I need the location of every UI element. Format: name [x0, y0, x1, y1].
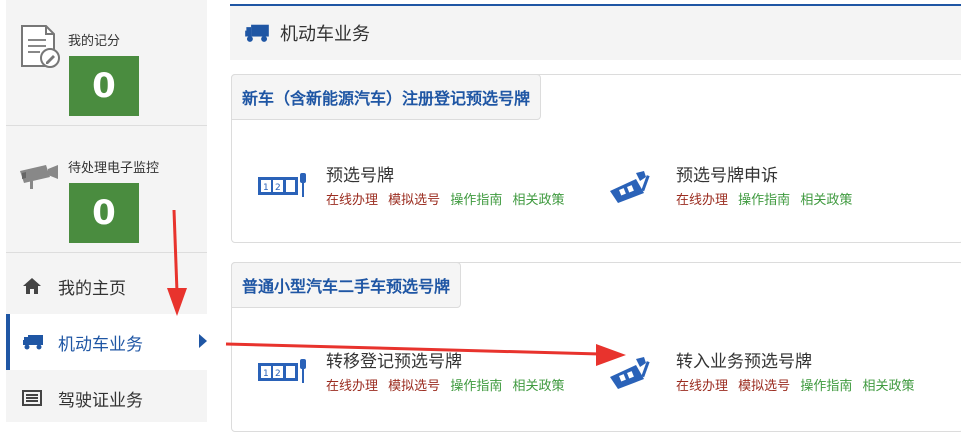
- svg-text:2: 2: [275, 183, 281, 193]
- guide-link[interactable]: 操作指南: [800, 379, 852, 394]
- service-links: 在线办理 操作指南 相关政策: [676, 189, 858, 208]
- simulate-link[interactable]: 模拟选号: [388, 379, 440, 394]
- svg-text:2: 2: [275, 369, 281, 379]
- guide-link[interactable]: 操作指南: [450, 193, 502, 208]
- panel-new-car: 新车（含新能源汽车）注册登记预选号牌 1 2 预选号牌 在线办理 模拟选号 操作…: [231, 74, 961, 243]
- score-value[interactable]: 0: [69, 56, 139, 116]
- document-edit-icon: [21, 25, 60, 68]
- service-title: 预选号牌: [326, 166, 394, 186]
- active-indicator-icon: [199, 334, 207, 348]
- camera-icon: [20, 165, 58, 189]
- score-label: 我的记分: [68, 34, 121, 49]
- plate-appeal-icon: [610, 171, 650, 203]
- panel-used-car: 普通小型汽车二手车预选号牌 1 2 转移登记预选号牌 在线办理 模拟选号 操作指…: [231, 262, 961, 432]
- truck-icon: [244, 22, 270, 44]
- service-transfer-plate: 1 2 转移登记预选号牌 在线办理 模拟选号 操作指南 相关政策: [256, 347, 596, 407]
- page-title: 机动车业务: [280, 24, 370, 45]
- service-transfer-in-plate: 转入业务预选号牌 在线办理 模拟选号 操作指南 相关政策: [606, 347, 946, 407]
- online-link[interactable]: 在线办理: [676, 379, 728, 394]
- monitor-label: 待处理电子监控: [68, 161, 160, 176]
- score-widget[interactable]: 我的记分 0: [6, 0, 207, 126]
- service-plate-appeal: 预选号牌申诉 在线办理 操作指南 相关政策: [606, 161, 946, 221]
- monitor-value[interactable]: 0: [69, 183, 139, 243]
- policy-link[interactable]: 相关政策: [512, 379, 564, 394]
- simulate-link[interactable]: 模拟选号: [388, 193, 440, 208]
- sidebar: 我的记分 0 待处理电子监控 0 我的主页 机动车业务 驾驶证业务: [6, 0, 207, 422]
- service-preselect-plate: 1 2 预选号牌 在线办理 模拟选号 操作指南 相关政策: [256, 161, 596, 221]
- nav-item-home[interactable]: 我的主页: [6, 258, 207, 314]
- nav-label-vehicle: 机动车业务: [58, 334, 143, 355]
- plate-icon: 1 2: [258, 173, 306, 197]
- guide-link[interactable]: 操作指南: [738, 193, 790, 208]
- page-header: 机动车业务: [230, 4, 961, 60]
- nav-item-vehicle[interactable]: 机动车业务: [6, 314, 207, 370]
- service-links: 在线办理 模拟选号 操作指南 相关政策: [326, 189, 570, 208]
- guide-link[interactable]: 操作指南: [450, 379, 502, 394]
- policy-link[interactable]: 相关政策: [512, 193, 564, 208]
- panel-title: 普通小型汽车二手车预选号牌: [231, 262, 462, 308]
- service-title: 转移登记预选号牌: [326, 352, 462, 372]
- plate-icon: 1 2: [258, 359, 306, 383]
- home-icon: [22, 276, 44, 296]
- online-link[interactable]: 在线办理: [326, 193, 378, 208]
- service-title: 转入业务预选号牌: [676, 352, 812, 372]
- policy-link[interactable]: 相关政策: [862, 379, 914, 394]
- service-links: 在线办理 模拟选号 操作指南 相关政策: [326, 375, 570, 394]
- service-links: 在线办理 模拟选号 操作指南 相关政策: [676, 375, 920, 394]
- plate-appeal-icon: [610, 357, 650, 389]
- svg-text:1: 1: [263, 369, 269, 379]
- service-title: 预选号牌申诉: [676, 166, 778, 186]
- nav-label-license: 驾驶证业务: [58, 390, 143, 411]
- license-card-icon: [22, 388, 44, 408]
- simulate-link[interactable]: 模拟选号: [738, 379, 790, 394]
- main-content: 机动车业务 新车（含新能源汽车）注册登记预选号牌 1 2 预选号牌 在线办理 模…: [230, 0, 961, 432]
- nav-item-license[interactable]: 驾驶证业务: [6, 370, 207, 426]
- online-link[interactable]: 在线办理: [326, 379, 378, 394]
- nav-label-home: 我的主页: [58, 278, 126, 299]
- online-link[interactable]: 在线办理: [676, 193, 728, 208]
- truck-icon: [22, 332, 44, 352]
- svg-text:1: 1: [263, 183, 269, 193]
- monitor-widget[interactable]: 待处理电子监控 0: [6, 127, 207, 253]
- panel-title: 新车（含新能源汽车）注册登记预选号牌: [231, 74, 542, 120]
- policy-link[interactable]: 相关政策: [800, 193, 852, 208]
